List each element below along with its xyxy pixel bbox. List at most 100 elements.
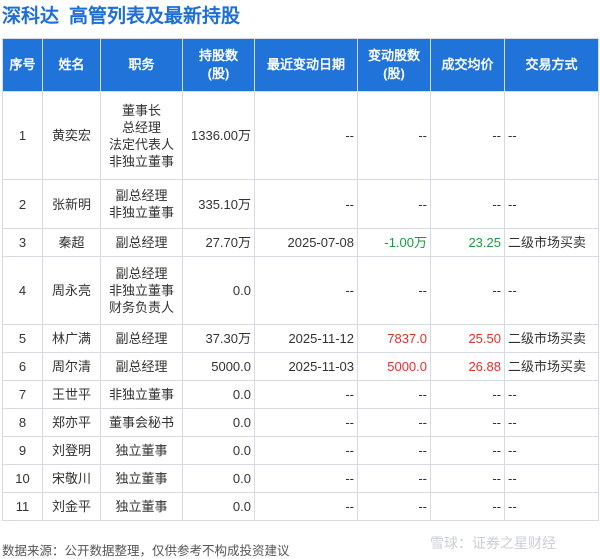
last-change-date: --: [254, 436, 358, 465]
executive-positions: 副总经理 非独立董事: [100, 179, 183, 229]
position-title: 总经理: [121, 119, 161, 135]
table-row: 10 宋敬川 独立董事 0.0 -- -- -- --: [2, 464, 599, 493]
executive-name: 王世平: [42, 380, 101, 409]
page-title: 深科达 高管列表及最新持股: [2, 3, 240, 31]
table-row: 5 林广满 副总经理 37.30万 2025-11-12 7837.0 25.50 二级市场买…: [2, 324, 599, 353]
shares-held: 0.0: [182, 256, 255, 325]
row-index: 10: [2, 464, 43, 493]
trade-method: --: [504, 256, 599, 325]
executive-name: 张新明: [42, 179, 101, 229]
row-index: 3: [2, 228, 43, 257]
position-title: 法定代表人: [108, 136, 174, 152]
shares-held: 0.0: [182, 464, 255, 493]
row-index: 11: [2, 492, 43, 521]
data-source-note: 数据来源：公开数据整理，仅供参考不构成投资建议: [2, 544, 290, 558]
shares-changed: 7837.0: [357, 324, 431, 353]
average-price: 26.88: [430, 352, 505, 381]
last-change-date: --: [254, 179, 358, 229]
table-row: 4 周永亮 副总经理 非独立董事 财务负责人 0.0 -- -- -- --: [2, 256, 599, 325]
executive-positions: 副总经理: [100, 324, 183, 353]
position-title: 独立董事: [115, 471, 168, 486]
position-title: 非独立董事: [108, 205, 174, 220]
shares-held: 335.10万: [182, 179, 255, 229]
trade-method: --: [504, 492, 599, 521]
table-body: 1 黄奕宏 董事长 总经理 法定代表人 非独立董事 1336.00万 -- -- -- -- 2 张新明…: [2, 91, 599, 521]
last-change-date: --: [254, 91, 358, 180]
shares-changed: --: [357, 464, 431, 493]
shares-held: 37.30万: [182, 324, 255, 353]
position-title: 独立董事: [115, 499, 168, 514]
executive-positions: 董事长 总经理 法定代表人 非独立董事: [100, 91, 183, 180]
last-change-date: 2025-11-12: [254, 324, 358, 353]
position-title: 副总经理: [115, 331, 168, 346]
table-header-row: 序号 姓名 职务 持股数 (股) 最近变动日期 变动股数 (股) 成交均价 交易方式: [2, 38, 599, 92]
shares-held: 27.70万: [182, 228, 255, 257]
table-row: 2 张新明 副总经理 非独立董事 335.10万 -- -- -- --: [2, 179, 599, 229]
shares-changed: -1.00万: [357, 228, 431, 257]
executive-name: 刘登明: [42, 436, 101, 465]
shares-held: 0.0: [182, 492, 255, 521]
column-header: 成交均价: [430, 38, 505, 92]
position-title: 非独立董事: [108, 283, 174, 298]
position-title: 副总经理: [115, 359, 168, 374]
executive-name: 林广满: [42, 324, 101, 353]
watermark-text: 雪球：证券之星财经: [430, 535, 556, 551]
table-row: 9 刘登明 独立董事 0.0 -- -- -- --: [2, 436, 599, 465]
average-price: 23.25: [430, 228, 505, 257]
trade-method: --: [504, 380, 599, 409]
position-title: 副总经理: [115, 235, 168, 250]
trade-method: 二级市场买卖: [504, 228, 599, 257]
executive-positions: 副总经理: [100, 228, 183, 257]
position-title: 非独立董事: [108, 387, 174, 402]
last-change-date: 2025-07-08: [254, 228, 358, 257]
column-header: 姓名: [42, 38, 101, 92]
average-price: --: [430, 256, 505, 325]
trade-method: 二级市场买卖: [504, 324, 599, 353]
column-header: 持股数 (股): [182, 38, 255, 92]
executive-positions: 副总经理 非独立董事 财务负责人: [100, 256, 183, 325]
row-index: 1: [2, 91, 43, 180]
table-row: 6 周尔清 副总经理 5000.0 2025-11-03 5000.0 26.88 二级市场买…: [2, 352, 599, 381]
average-price: --: [430, 408, 505, 437]
average-price: --: [430, 179, 505, 229]
shares-changed: --: [357, 408, 431, 437]
shares-changed: --: [357, 91, 431, 180]
row-index: 2: [2, 179, 43, 229]
row-index: 5: [2, 324, 43, 353]
shares-changed: --: [357, 179, 431, 229]
row-index: 4: [2, 256, 43, 325]
average-price: --: [430, 380, 505, 409]
shares-changed: --: [357, 380, 431, 409]
title-text: 高管列表及最新持股: [69, 6, 241, 27]
trade-method: 二级市场买卖: [504, 352, 599, 381]
executive-name: 黄奕宏: [42, 91, 101, 180]
position-title: 副总经理: [115, 266, 168, 281]
column-header: 序号: [2, 38, 43, 92]
row-index: 7: [2, 380, 43, 409]
shares-held: 5000.0: [182, 352, 255, 381]
executive-positions: 独立董事: [100, 492, 183, 521]
trade-method: --: [504, 436, 599, 465]
column-header: 交易方式: [504, 38, 599, 92]
stock-name: 深科达: [2, 6, 60, 27]
shares-changed: --: [357, 492, 431, 521]
average-price: --: [430, 464, 505, 493]
executive-positions: 非独立董事: [100, 380, 183, 409]
row-index: 6: [2, 352, 43, 381]
trade-method: --: [504, 91, 599, 180]
last-change-date: 2025-11-03: [254, 352, 358, 381]
average-price: --: [430, 436, 505, 465]
column-header: 职务: [100, 38, 183, 92]
row-index: 9: [2, 436, 43, 465]
shares-changed: --: [357, 256, 431, 325]
shares-changed: --: [357, 436, 431, 465]
executive-positions: 董事会秘书: [100, 408, 183, 437]
position-title: 董事长: [121, 102, 161, 118]
table-row: 11 刘金平 独立董事 0.0 -- -- -- --: [2, 492, 599, 521]
trade-method: --: [504, 408, 599, 437]
position-title: 副总经理: [115, 188, 168, 203]
executive-positions: 独立董事: [100, 436, 183, 465]
trade-method: --: [504, 464, 599, 493]
executive-name: 周永亮: [42, 256, 101, 325]
executive-positions: 副总经理: [100, 352, 183, 381]
